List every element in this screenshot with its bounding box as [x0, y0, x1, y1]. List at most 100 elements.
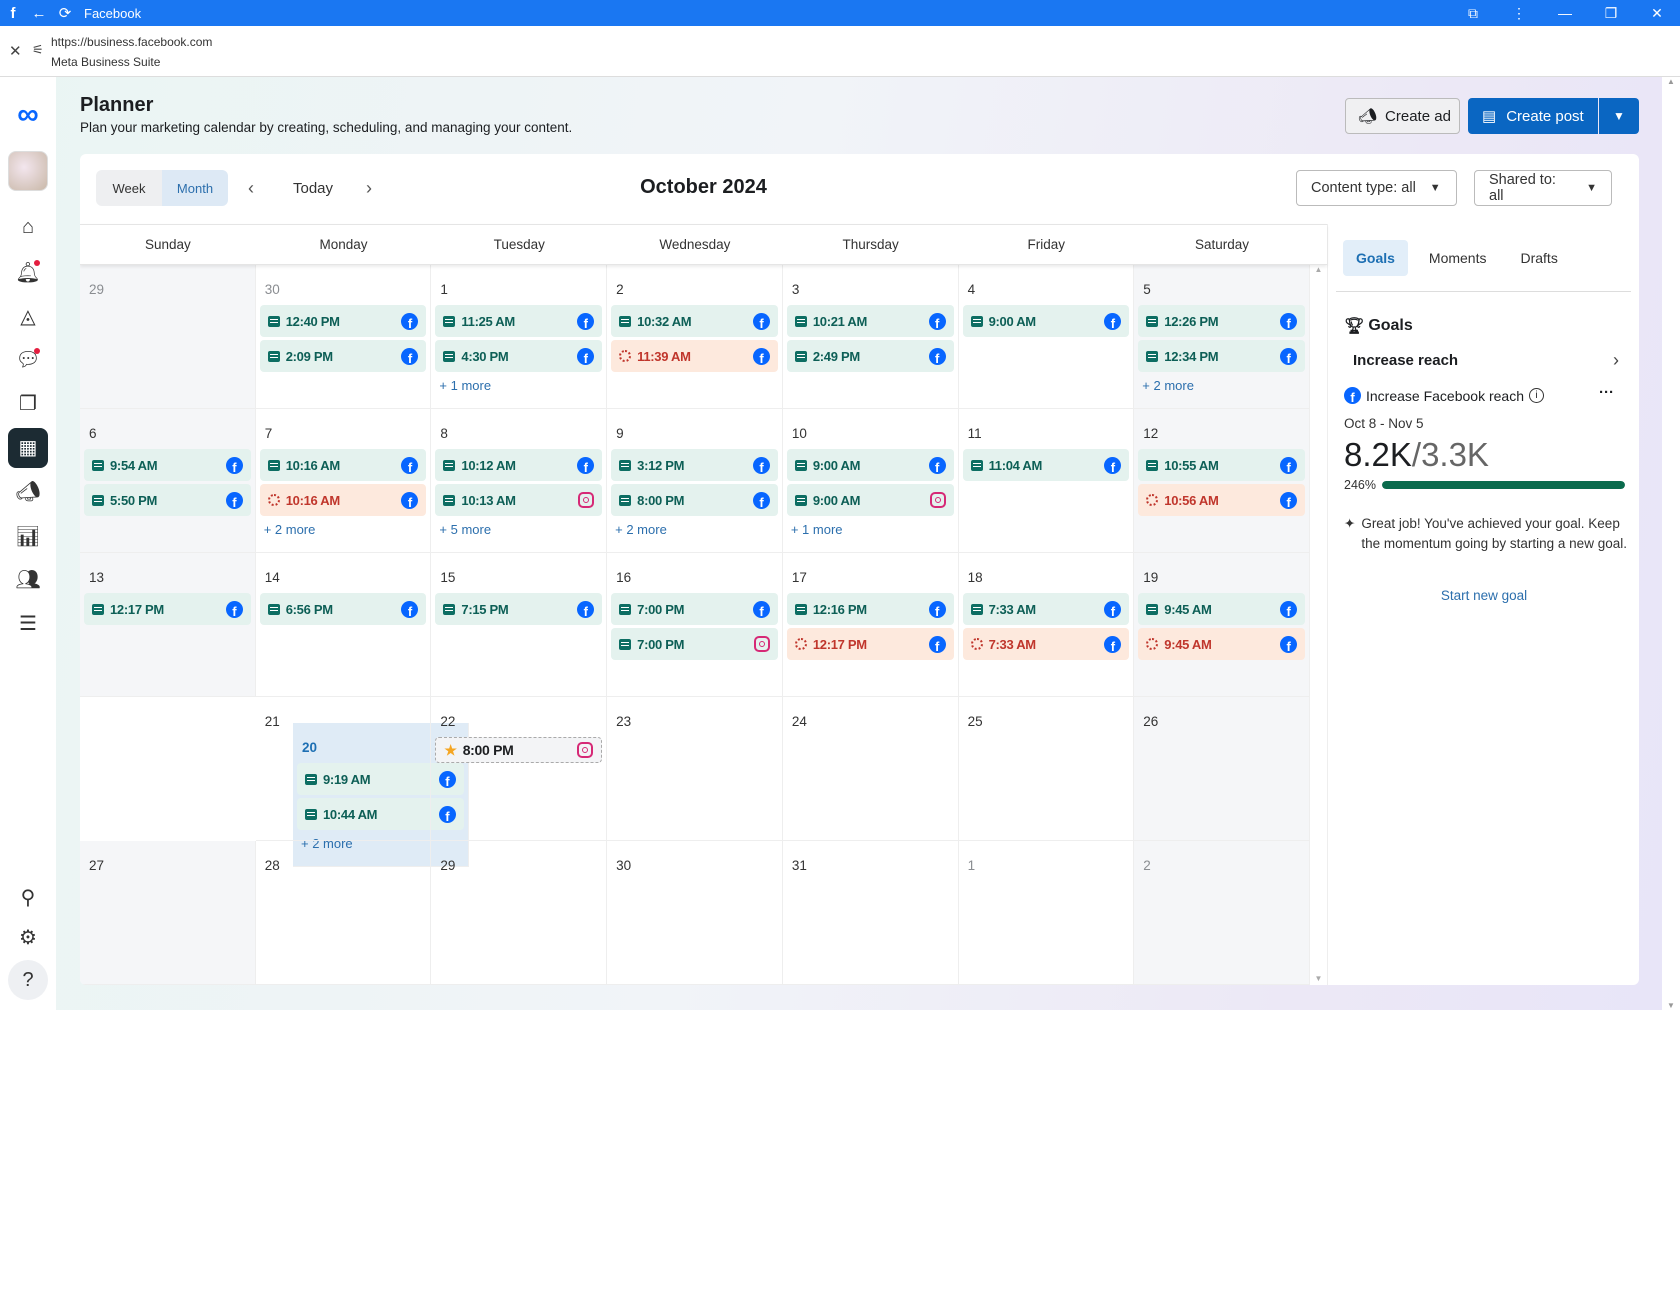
day-cell[interactable]: 1 11:25 AM f 4:30 PM f + 1 more: [431, 265, 608, 409]
day-cell[interactable]: 18 7:33 AM f 7:33 AM f: [958, 553, 1135, 697]
chevron-right-icon[interactable]: ›: [1613, 350, 1619, 371]
day-cell[interactable]: 23: [607, 697, 783, 841]
day-cell[interactable]: 4 9:00 AM f: [958, 265, 1135, 409]
day-cell[interactable]: 28: [255, 841, 432, 985]
calendar-event[interactable]: 2:09 PM f: [259, 340, 427, 372]
settings-icon[interactable]: ⚙: [8, 917, 48, 957]
calendar-event[interactable]: 11:04 AM f: [962, 449, 1130, 481]
calendar-event[interactable]: 7:00 PM f: [611, 593, 778, 625]
day-cell[interactable]: 1: [958, 841, 1135, 985]
more-options-icon[interactable]: ···: [1599, 384, 1614, 401]
calendar-event[interactable]: 12:40 PM f: [259, 305, 427, 337]
day-cell[interactable]: 2: [1134, 841, 1310, 985]
restore-button[interactable]: ❐: [1588, 5, 1634, 22]
more-events-link[interactable]: + 1 more: [787, 522, 954, 537]
calendar-event[interactable]: 9:00 AM f: [786, 449, 954, 481]
day-cell[interactable]: 29: [431, 841, 608, 985]
calendar-event[interactable]: 4:30 PM f: [435, 340, 603, 372]
menu-icon[interactable]: ☰: [8, 604, 48, 644]
day-cell[interactable]: 26: [1134, 697, 1310, 841]
day-cell[interactable]: 30: [607, 841, 783, 985]
tab-drafts[interactable]: Drafts: [1507, 240, 1570, 276]
page-scrollbar[interactable]: ▲ ▼: [1662, 77, 1680, 1010]
day-cell[interactable]: 19 9:45 AM f 9:45 AM f: [1134, 553, 1310, 697]
calendar-event[interactable]: 7:15 PM f: [435, 593, 603, 625]
minimize-button[interactable]: —: [1542, 5, 1588, 21]
day-cell[interactable]: 11 11:04 AM f: [958, 409, 1135, 553]
calendar-event[interactable]: 10:16 AM f: [259, 484, 427, 516]
page-avatar[interactable]: [8, 151, 48, 192]
calendar-event[interactable]: 10:12 AM f: [435, 449, 603, 481]
more-events-link[interactable]: + 2 more: [260, 522, 427, 537]
inbox-icon[interactable]: 💬︎: [8, 340, 48, 380]
calendar-event[interactable]: 10:21 AM f: [786, 305, 954, 337]
help-icon[interactable]: ?: [8, 960, 48, 1001]
calendar-event[interactable]: 8:00 PM f: [611, 484, 778, 516]
calendar-event[interactable]: 10:32 AM f: [611, 305, 778, 337]
calendar-event[interactable]: 9:54 AM f: [84, 449, 251, 481]
calendar-event[interactable]: 10:13 AM: [435, 484, 603, 516]
day-cell[interactable]: 7 10:16 AM f 10:16 AM f + 2 more: [255, 409, 432, 553]
calendar-event[interactable]: 7:00 PM: [611, 628, 778, 660]
close-icon[interactable]: ✕: [9, 42, 22, 60]
info-icon[interactable]: i: [1528, 388, 1544, 403]
more-events-link[interactable]: + 1 more: [435, 378, 602, 393]
site-settings-icon[interactable]: ⚟: [32, 42, 44, 58]
home-icon[interactable]: ⌂: [8, 207, 48, 247]
close-button[interactable]: ✕: [1634, 5, 1680, 22]
calendar-event[interactable]: 9:45 AM f: [1138, 593, 1305, 625]
day-cell[interactable]: 31: [782, 841, 959, 985]
day-cell[interactable]: 8 10:12 AM f 10:13 AM + 5 more: [431, 409, 608, 553]
url-text[interactable]: https://business.facebook.com: [51, 35, 212, 49]
goal-name[interactable]: Increase reach: [1353, 352, 1458, 369]
calendar-event[interactable]: 10:16 AM f: [259, 449, 427, 481]
calendar-event[interactable]: 7:33 AM f: [962, 593, 1130, 625]
more-events-link[interactable]: + 2 more: [611, 522, 778, 537]
day-cell[interactable]: 12 10:55 AM f 10:56 AM f: [1134, 409, 1310, 553]
day-cell[interactable]: 29: [80, 265, 256, 409]
day-cell[interactable]: 15 7:15 PM f: [431, 553, 608, 697]
notifications-icon[interactable]: 🔔︎: [8, 252, 48, 292]
audience-icon[interactable]: 👥︎: [8, 560, 48, 600]
day-cell[interactable]: 14 6:56 PM f: [255, 553, 432, 697]
calendar-event[interactable]: 2:49 PM f: [786, 340, 954, 372]
reload-icon[interactable]: ⟳: [52, 4, 78, 22]
day-cell[interactable]: 10 9:00 AM f 9:00 AM + 1 more: [782, 409, 959, 553]
calendar-event[interactable]: 9:00 AM f: [962, 305, 1130, 337]
planner-icon[interactable]: ▦: [8, 427, 48, 468]
content-icon[interactable]: ❐: [8, 384, 48, 424]
calendar-event[interactable]: 11:39 AM f: [611, 340, 778, 372]
calendar-event[interactable]: 12:17 PM f: [786, 628, 954, 660]
calendar-event[interactable]: 5:50 PM f: [84, 484, 251, 516]
day-cell[interactable]: 2 10:32 AM f 11:39 AM f: [607, 265, 783, 409]
ads-icon[interactable]: 📣︎: [8, 472, 48, 512]
content-type-filter[interactable]: Content type: all ▼: [1296, 170, 1457, 206]
day-cell[interactable]: 17 12:16 PM f 12:17 PM f: [782, 553, 959, 697]
day-cell[interactable]: 25: [958, 697, 1135, 841]
day-cell[interactable]: 16 7:00 PM f 7:00 PM: [607, 553, 783, 697]
calendar-event[interactable]: 12:17 PM f: [84, 593, 251, 625]
calendar-event[interactable]: 10:55 AM f: [1138, 449, 1305, 481]
calendar-event[interactable]: 3:12 PM f: [611, 449, 778, 481]
day-cell[interactable]: 27: [80, 841, 256, 985]
start-new-goal-link[interactable]: Start new goal: [1328, 588, 1639, 603]
calendar-event[interactable]: 7:33 AM f: [962, 628, 1130, 660]
calendar-event[interactable]: 11:25 AM f: [435, 305, 603, 337]
more-icon[interactable]: ⋮: [1496, 5, 1542, 22]
more-events-link[interactable]: + 5 more: [435, 522, 602, 537]
day-cell[interactable]: 24: [782, 697, 959, 841]
day-cell[interactable]: 13 12:17 PM f: [80, 553, 256, 697]
calendar-event[interactable]: 9:45 AM f: [1138, 628, 1305, 660]
calendar-event[interactable]: 6:56 PM f: [259, 593, 427, 625]
day-cell[interactable]: 21: [255, 697, 432, 841]
day-cell[interactable]: 6 9:54 AM f 5:50 PM f: [80, 409, 256, 553]
create-post-dropdown[interactable]: ▼: [1599, 98, 1639, 134]
create-ad-button[interactable]: 📣︎ Create ad: [1345, 98, 1460, 134]
tab-moments[interactable]: Moments: [1416, 240, 1500, 276]
search-icon[interactable]: ⚲: [8, 878, 48, 918]
explore-icon[interactable]: ◬: [8, 296, 48, 336]
calendar-event[interactable]: 12:34 PM f: [1138, 340, 1305, 372]
calendar-event[interactable]: 12:16 PM f: [786, 593, 954, 625]
calendar-event[interactable]: 9:00 AM: [786, 484, 954, 516]
tab-goals[interactable]: Goals: [1343, 240, 1408, 276]
